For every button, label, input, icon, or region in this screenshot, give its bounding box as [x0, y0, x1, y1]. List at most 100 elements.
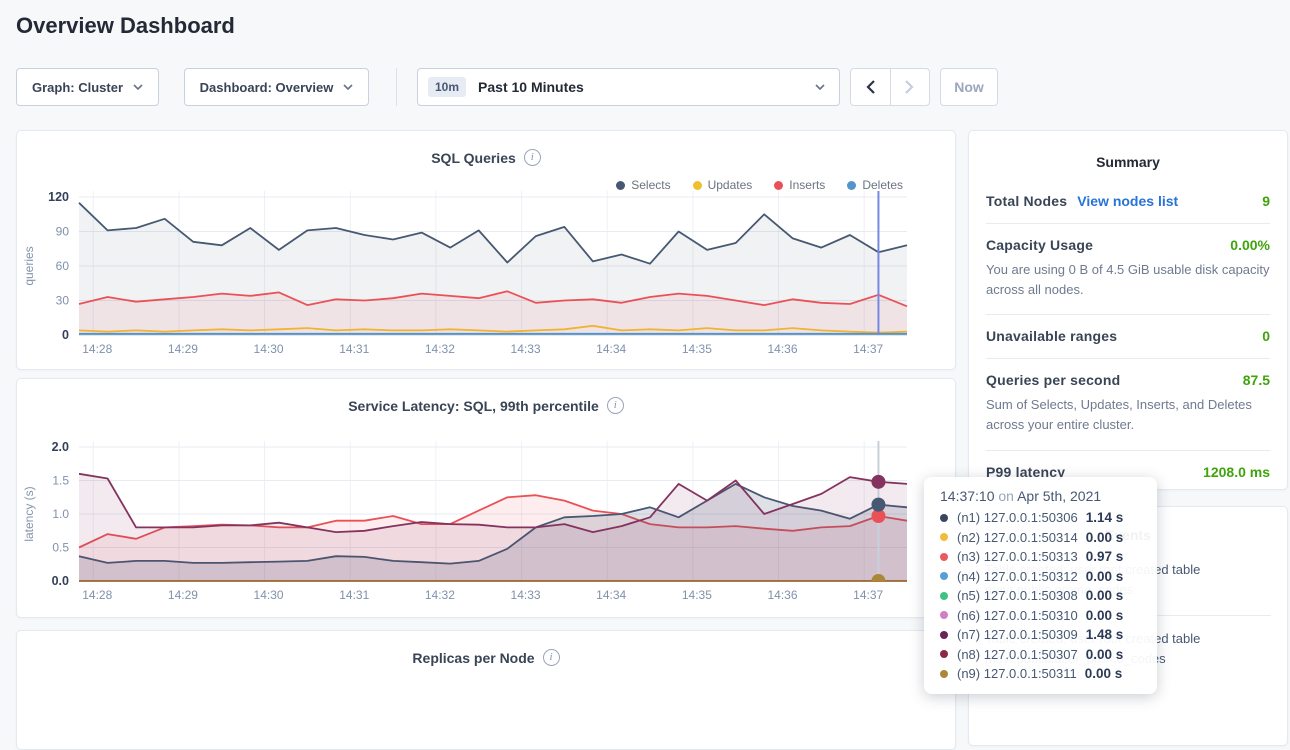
svg-text:1.5: 1.5 [52, 474, 69, 488]
svg-text:0: 0 [62, 328, 69, 342]
chevron-down-icon [815, 84, 825, 90]
service-latency-title: Service Latency: SQL, 99th percentile [348, 398, 599, 414]
svg-text:latency (s): latency (s) [22, 486, 36, 541]
p99-latency-value: 1208.0 ms [1203, 464, 1270, 480]
now-button[interactable]: Now [940, 68, 998, 106]
replicas-per-node-title: Replicas per Node [412, 650, 534, 666]
node-address: (n9) 127.0.0.1:50311 [957, 666, 1077, 681]
info-icon[interactable]: i [543, 649, 560, 666]
node-address: (n4) 127.0.0.1:50312 [957, 569, 1078, 584]
svg-text:0.5: 0.5 [52, 541, 69, 555]
chart-hover-tooltip: 14:37:10 on Apr 5th, 2021 (n1) 127.0.0.1… [924, 477, 1157, 694]
time-back-button[interactable] [851, 69, 890, 105]
tooltip-node-row: (n9) 127.0.0.1:50311 0.00 s [940, 666, 1141, 681]
svg-text:90: 90 [56, 225, 70, 239]
tooltip-node-row: (n3) 127.0.0.1:50313 0.97 s [940, 549, 1141, 564]
svg-text:0.0: 0.0 [52, 574, 69, 588]
service-latency-panel: Service Latency: SQL, 99th percentile i … [16, 378, 956, 618]
svg-text:14:36: 14:36 [767, 588, 797, 602]
capacity-usage-label: Capacity Usage [986, 237, 1093, 253]
node-latency-value: 1.14 s [1086, 510, 1124, 525]
node-address: (n1) 127.0.0.1:50306 [957, 510, 1078, 525]
node-latency-value: 0.00 s [1085, 666, 1123, 681]
node-color-dot-icon [940, 611, 948, 619]
summary-row-capacity: Capacity Usage 0.00% You are using 0 B o… [986, 224, 1270, 315]
svg-text:14:32: 14:32 [425, 588, 455, 602]
svg-text:14:37: 14:37 [853, 342, 883, 356]
time-range-badge: 10m [428, 77, 466, 97]
svg-text:14:30: 14:30 [254, 588, 284, 602]
tooltip-node-row: (n7) 127.0.0.1:503091.48 s [940, 627, 1141, 642]
replicas-per-node-panel: Replicas per Node i [16, 630, 956, 750]
capacity-usage-desc: You are using 0 B of 4.5 GiB usable disk… [986, 260, 1270, 300]
unavailable-ranges-label: Unavailable ranges [986, 328, 1117, 344]
svg-text:14:32: 14:32 [425, 342, 455, 356]
node-color-dot-icon [940, 650, 948, 658]
node-latency-value: 0.00 s [1086, 530, 1124, 545]
summary-row-total-nodes: Total Nodes View nodes list 9 [986, 180, 1270, 224]
qps-label: Queries per second [986, 372, 1120, 388]
graph-dropdown[interactable]: Graph: Cluster [16, 68, 159, 106]
node-address: (n8) 127.0.0.1:50307 [957, 647, 1078, 662]
capacity-usage-value: 0.00% [1230, 237, 1270, 253]
sql-queries-chart[interactable]: 14:28 14:29 14:30 14:31 14:32 14:33 14:34 14:35… [17, 177, 957, 367]
svg-text:14:34: 14:34 [596, 342, 626, 356]
node-latency-value: 0.97 s [1086, 549, 1124, 564]
view-nodes-list-link[interactable]: View nodes list [1077, 193, 1178, 209]
svg-text:14:36: 14:36 [767, 342, 797, 356]
node-address: (n5) 127.0.0.1:50308 [957, 588, 1078, 603]
sql-queries-panel: SQL Queries i SelectsUpdatesInsertsDelet… [16, 130, 956, 370]
summary-title: Summary [969, 131, 1287, 180]
tooltip-node-row: (n2) 127.0.0.1:503140.00 s [940, 530, 1141, 545]
node-color-dot-icon [940, 514, 948, 522]
svg-text:14:29: 14:29 [168, 342, 198, 356]
service-latency-chart[interactable]: 14:2814:2914:3014:3114:3214:3314:3414:35… [17, 425, 957, 615]
svg-text:14:31: 14:31 [339, 588, 369, 602]
qps-desc: Sum of Selects, Updates, Inserts, and De… [986, 395, 1270, 435]
svg-text:1.0: 1.0 [52, 507, 69, 521]
info-icon[interactable]: i [607, 397, 624, 414]
node-latency-value: 0.00 s [1086, 608, 1124, 623]
node-color-dot-icon [940, 592, 948, 600]
node-color-dot-icon [940, 533, 948, 541]
svg-text:14:30: 14:30 [254, 342, 284, 356]
graph-dropdown-label: Graph: Cluster [32, 80, 123, 95]
svg-text:60: 60 [56, 259, 70, 273]
dashboard-dropdown[interactable]: Dashboard: Overview [184, 68, 369, 106]
total-nodes-label: Total Nodes [986, 193, 1067, 209]
svg-text:14:28: 14:28 [82, 342, 112, 356]
tooltip-timestamp: 14:37:10 on Apr 5th, 2021 [940, 488, 1141, 504]
svg-text:14:33: 14:33 [511, 342, 541, 356]
node-address: (n3) 127.0.0.1:50313 [957, 549, 1078, 564]
time-range-label: Past 10 Minutes [478, 79, 815, 95]
sql-queries-title: SQL Queries [431, 150, 516, 166]
svg-text:2.0: 2.0 [52, 440, 69, 454]
unavailable-ranges-value: 0 [1262, 328, 1270, 344]
svg-text:14:35: 14:35 [682, 588, 712, 602]
summary-row-unavailable: Unavailable ranges 0 [986, 315, 1270, 359]
time-nav-group [850, 68, 930, 106]
time-forward-button[interactable] [890, 69, 929, 105]
summary-panel: Summary Total Nodes View nodes list 9 Ca… [968, 130, 1288, 490]
svg-text:queries: queries [22, 246, 36, 285]
node-latency-value: 0.00 s [1086, 647, 1124, 662]
chevron-down-icon [133, 84, 143, 90]
svg-text:14:28: 14:28 [82, 588, 112, 602]
node-color-dot-icon [940, 553, 948, 561]
svg-text:14:29: 14:29 [168, 588, 198, 602]
svg-text:14:31: 14:31 [339, 342, 369, 356]
summary-row-qps: Queries per second 87.5 Sum of Selects, … [986, 359, 1270, 450]
time-range-picker[interactable]: 10m Past 10 Minutes [417, 68, 840, 106]
chevron-right-icon [905, 80, 914, 94]
qps-value: 87.5 [1243, 372, 1270, 388]
tooltip-node-row: (n6) 127.0.0.1:503100.00 s [940, 608, 1141, 623]
tooltip-node-row: (n8) 127.0.0.1:50307 0.00 s [940, 647, 1141, 662]
info-icon[interactable]: i [524, 149, 541, 166]
node-latency-value: 1.48 s [1086, 627, 1124, 642]
tooltip-node-row: (n1) 127.0.0.1:50306 1.14 s [940, 510, 1141, 525]
tooltip-node-row: (n4) 127.0.0.1:50312 0.00 s [940, 569, 1141, 584]
node-color-dot-icon [940, 572, 948, 580]
node-latency-value: 0.00 s [1086, 569, 1124, 584]
svg-text:14:35: 14:35 [682, 342, 712, 356]
svg-text:120: 120 [48, 190, 69, 204]
